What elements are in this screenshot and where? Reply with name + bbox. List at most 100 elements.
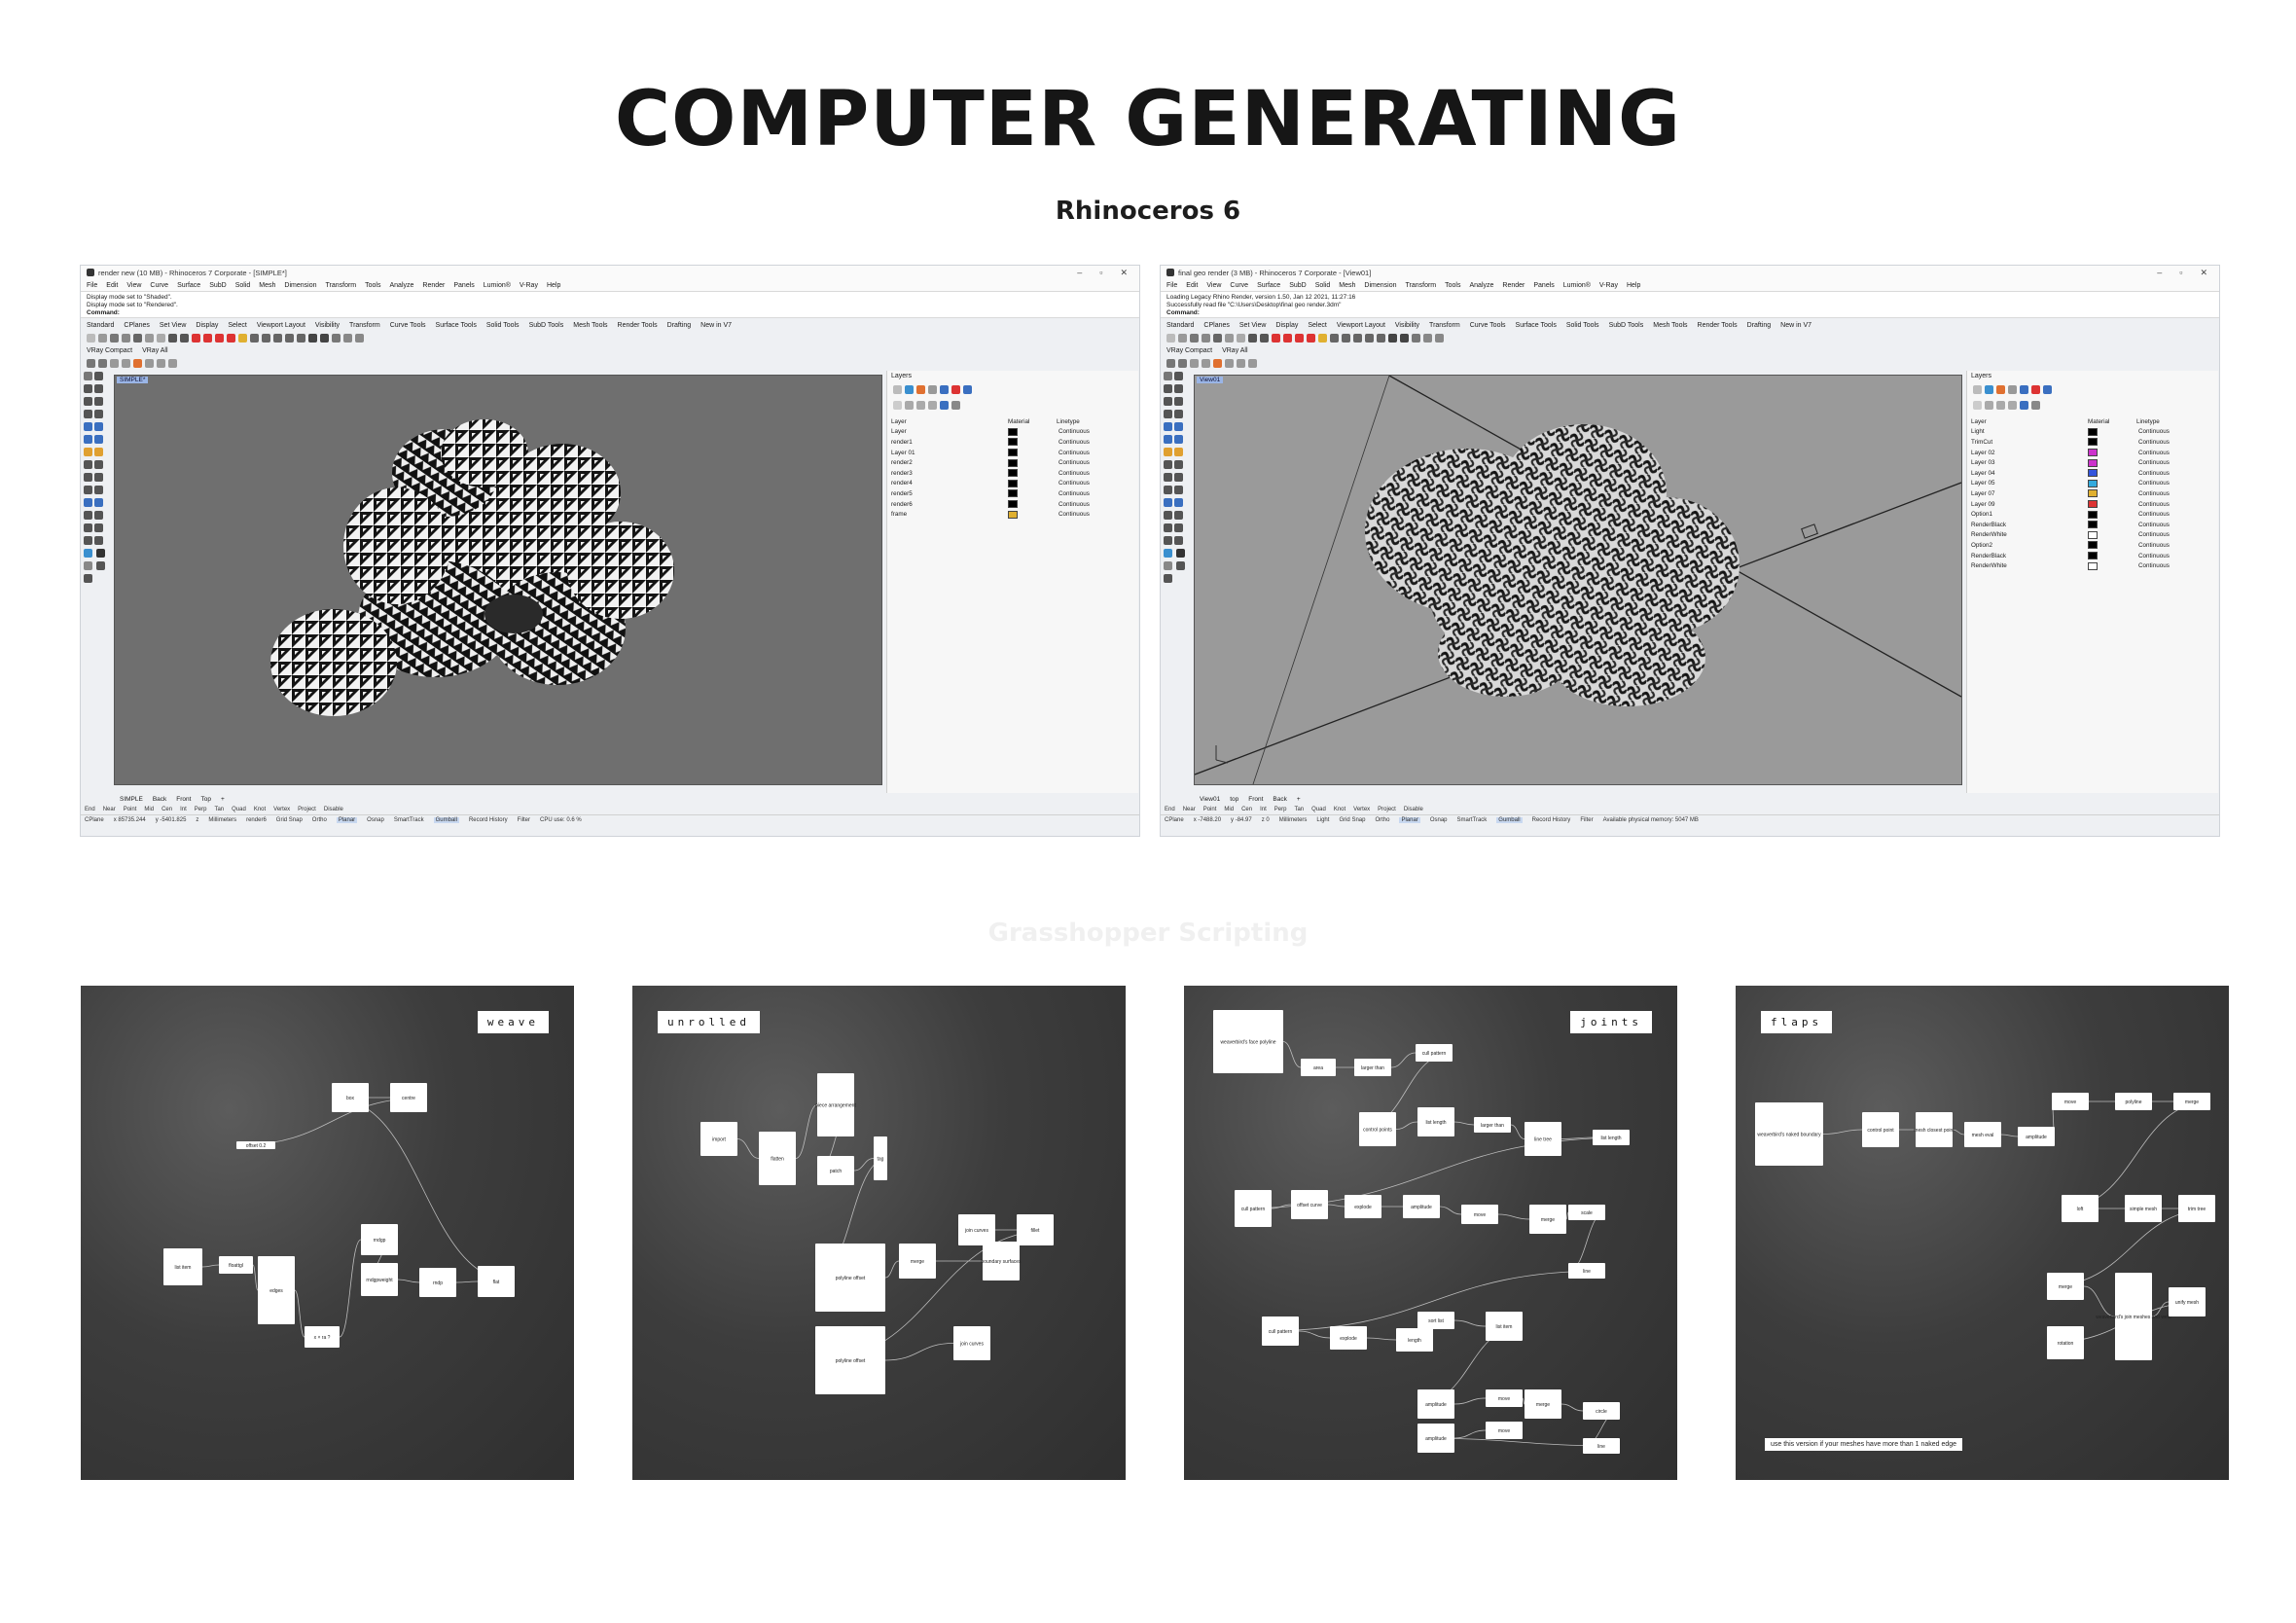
osnap-item[interactable]: Point (124, 807, 137, 812)
lumion-icon[interactable] (84, 549, 92, 558)
select-tool-icon[interactable] (1164, 372, 1172, 380)
vray-proxy-icon[interactable] (1248, 358, 1257, 368)
tab[interactable]: Display (196, 322, 218, 329)
osnap-item[interactable]: Int (1260, 807, 1267, 812)
tab[interactable]: Drafting (667, 322, 692, 329)
undo-icon[interactable] (1248, 333, 1257, 343)
layer-color-swatch[interactable] (2088, 530, 2098, 539)
command-prompt[interactable]: Command: (87, 309, 1133, 317)
move-up-icon[interactable] (916, 400, 925, 410)
arc-tool-icon[interactable] (1164, 410, 1172, 418)
status-toggle[interactable]: Planar (1399, 817, 1420, 823)
status-toggle[interactable]: Gumball (433, 817, 459, 823)
layer-row[interactable]: Layer 04 Continuous (1967, 468, 2218, 479)
layer-row[interactable]: RenderBlack Continuous (1967, 551, 2218, 561)
render-icon[interactable] (215, 333, 224, 343)
move-tool-icon[interactable] (1164, 473, 1172, 482)
copy-tool-icon[interactable] (1174, 473, 1183, 482)
menu-item[interactable]: Help (547, 282, 560, 289)
paste-icon[interactable] (1237, 333, 1245, 343)
zoom-extents-icon[interactable] (297, 333, 305, 343)
layer-icon[interactable] (192, 333, 200, 343)
redo-icon[interactable] (180, 333, 189, 343)
tab[interactable]: Mesh Tools (573, 322, 607, 329)
menu-item[interactable]: Transform (1406, 282, 1437, 289)
open-icon[interactable] (1178, 333, 1187, 343)
copy-icon[interactable] (145, 333, 154, 343)
tab[interactable]: Visibility (315, 322, 340, 329)
layer-row[interactable]: render5 Continuous (887, 488, 1138, 499)
lumion-icon[interactable] (1164, 549, 1172, 558)
mirror-tool-icon[interactable] (84, 498, 92, 507)
lights-icon[interactable] (2043, 384, 2052, 394)
fillet-tool-icon[interactable] (1174, 460, 1183, 469)
grid-tool-icon[interactable] (84, 536, 92, 545)
osnap-item[interactable]: Near (1183, 807, 1196, 812)
rectangle-tool-icon[interactable] (94, 410, 103, 418)
vray-asset-icon[interactable] (122, 358, 130, 368)
shaded-icon[interactable] (1388, 333, 1397, 343)
osnap-item[interactable]: End (1165, 807, 1175, 812)
trim-tool-icon[interactable] (1164, 511, 1172, 520)
cut-icon[interactable] (133, 333, 142, 343)
properties-icon[interactable] (1973, 384, 1982, 394)
zoom-extents-icon[interactable] (1377, 333, 1385, 343)
viewport-tab[interactable]: View01 (1200, 796, 1220, 803)
boolean-tool-icon[interactable] (1164, 460, 1172, 469)
environment-icon[interactable] (951, 384, 960, 394)
open-icon[interactable] (98, 333, 107, 343)
osnap-item[interactable]: End (85, 807, 95, 812)
zoom-icon[interactable] (285, 333, 294, 343)
viewport-tab[interactable]: Front (176, 796, 191, 803)
display-icon[interactable] (916, 384, 925, 394)
osnap-item[interactable]: Disable (324, 807, 343, 812)
osnap-item[interactable]: Int (180, 807, 187, 812)
settings-icon[interactable] (1175, 561, 1185, 570)
polyline-tool-icon[interactable] (1174, 384, 1183, 393)
materials-icon[interactable] (940, 384, 949, 394)
osnap-item[interactable]: Mid (144, 807, 154, 812)
scale-tool-icon[interactable] (1174, 486, 1183, 494)
line-tool-icon[interactable] (84, 384, 92, 393)
print-icon[interactable] (1202, 333, 1210, 343)
options-icon[interactable] (1435, 333, 1444, 343)
move-down-icon[interactable] (928, 400, 937, 410)
tab[interactable]: Mesh Tools (1653, 322, 1687, 329)
menu-item[interactable]: SubD (1289, 282, 1307, 289)
osnap-item[interactable]: Cen (161, 807, 172, 812)
paste-icon[interactable] (157, 333, 165, 343)
status-toggle[interactable]: SmartTrack (1457, 817, 1488, 823)
line-tool-icon[interactable] (1164, 384, 1172, 393)
tools-icon[interactable] (951, 400, 960, 410)
vray-proxy-icon[interactable] (168, 358, 177, 368)
layer-row[interactable]: Layer 05 Continuous (1967, 479, 2218, 489)
mesh-tool-icon[interactable] (1164, 448, 1172, 456)
surface-tool-icon[interactable] (84, 422, 92, 431)
print-icon[interactable] (122, 333, 130, 343)
command-history[interactable]: Loading Legacy Rhino Render, version 1.5… (1161, 291, 2219, 318)
tab[interactable]: Set View (160, 322, 187, 329)
box-tool-icon[interactable] (1174, 435, 1183, 444)
viewport-label[interactable]: SIMPLE* (117, 377, 149, 383)
rotate-view-icon[interactable] (1353, 333, 1362, 343)
tab[interactable]: Select (1308, 322, 1326, 329)
viewport[interactable]: View01 (1194, 375, 1962, 785)
status-toggle[interactable]: Filter (1580, 817, 1593, 823)
layer-row[interactable]: render2 Continuous (887, 457, 1138, 468)
redo-icon[interactable] (1260, 333, 1269, 343)
arc-tool-icon[interactable] (84, 410, 92, 418)
osnap-item[interactable]: Quad (1311, 807, 1326, 812)
vray-frame-icon[interactable] (1190, 358, 1199, 368)
boolean-tool-icon[interactable] (84, 460, 92, 469)
layer-color-swatch[interactable] (1008, 489, 1018, 498)
osnap-item[interactable]: Perp (1274, 807, 1287, 812)
close-icon[interactable]: ✕ (2200, 268, 2207, 278)
menu-item[interactable]: SubD (209, 282, 227, 289)
osnap-item[interactable]: Disable (1404, 807, 1423, 812)
menu-item[interactable]: Curve (150, 282, 168, 289)
osnap-item[interactable]: Perp (195, 807, 207, 812)
vray-light-icon[interactable] (1213, 358, 1222, 368)
rotate-tool-icon[interactable] (84, 486, 92, 494)
viewport-tab[interactable]: Top (200, 796, 210, 803)
layer-color-swatch[interactable] (2088, 541, 2098, 550)
